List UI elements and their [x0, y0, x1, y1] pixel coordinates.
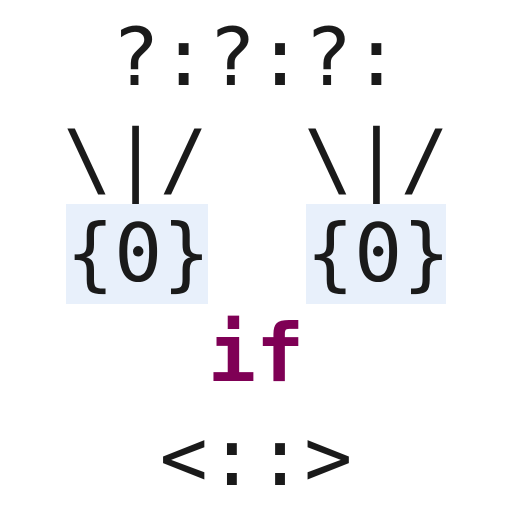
branch-arms-line: \|/ \|/ — [63, 113, 449, 206]
ternary-operators-line: ?:?:?: — [111, 11, 401, 104]
scope-operators-line: <::> — [159, 411, 353, 504]
ascii-art-canvas: ?:?:?: \|/ \|/ {0} {0} if <::> — [0, 0, 512, 512]
if-keyword: if — [207, 307, 305, 400]
left-zero-block: {0} — [66, 204, 211, 304]
right-zero-block: {0} — [306, 204, 451, 304]
